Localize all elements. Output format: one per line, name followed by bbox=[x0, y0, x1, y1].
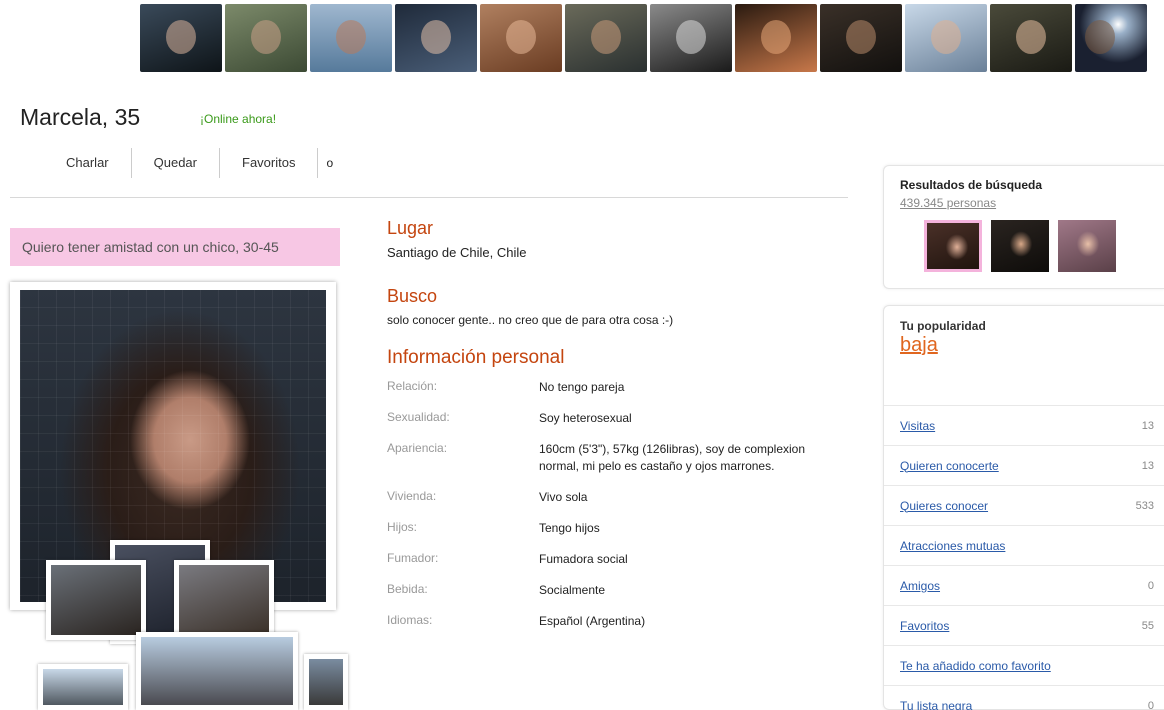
popularity-level-link[interactable]: baja bbox=[900, 334, 938, 357]
list-item: Amigos 0 bbox=[884, 565, 1164, 605]
member-thumb[interactable] bbox=[905, 4, 987, 72]
list-item: Te ha añadido como favorito bbox=[884, 645, 1164, 685]
favorites-count: o bbox=[326, 156, 334, 170]
photo-thumb[interactable] bbox=[136, 632, 298, 710]
want-to-meet-you-link[interactable]: Quieren conocerte bbox=[900, 459, 999, 473]
search-result-thumb[interactable] bbox=[1058, 220, 1116, 272]
detail-row: Vivienda: Vivo sola bbox=[387, 489, 847, 506]
detail-value: Fumadora social bbox=[539, 552, 628, 566]
seeking-value: solo conocer gente.. no creo que de para… bbox=[387, 313, 674, 327]
member-thumb[interactable] bbox=[735, 4, 817, 72]
search-result-thumb[interactable] bbox=[991, 220, 1049, 272]
item-count: 13 bbox=[1141, 419, 1154, 432]
detail-row: Apariencia: 160cm (5'3"), 57kg (126libras… bbox=[387, 441, 847, 475]
personal-title: Información personal bbox=[387, 347, 565, 368]
favorites-link[interactable]: Favoritos bbox=[900, 619, 949, 633]
detail-value: Soy heterosexual bbox=[539, 411, 632, 425]
search-result-faces bbox=[924, 220, 1116, 272]
added-you-favorite-link[interactable]: Te ha añadido como favorito bbox=[900, 659, 1051, 673]
profile-info: Lugar Santiago de Chile, Chile Busco sol… bbox=[387, 218, 847, 644]
member-photo-strip bbox=[140, 4, 1147, 72]
blocklist-link[interactable]: Tu lista negra bbox=[900, 699, 972, 710]
popularity-title: Tu popularidad bbox=[900, 319, 986, 333]
list-item: Quieres conocer 533 bbox=[884, 485, 1164, 525]
detail-value: Vivo sola bbox=[539, 490, 588, 504]
item-count: 55 bbox=[1141, 619, 1154, 632]
photo-thumb[interactable] bbox=[174, 560, 274, 640]
photo-thumb[interactable] bbox=[46, 560, 146, 640]
location-title: Lugar bbox=[387, 218, 434, 238]
item-count: 0 bbox=[1147, 579, 1154, 592]
detail-value: No tengo pareja bbox=[539, 380, 625, 394]
detail-label: Apariencia: bbox=[387, 441, 448, 455]
item-count: 0 bbox=[1147, 699, 1154, 710]
detail-row: Relación: No tengo pareja bbox=[387, 379, 847, 396]
list-item: Tu lista negra 0 bbox=[884, 685, 1164, 710]
favorites-button[interactable]: Favoritos bbox=[220, 148, 319, 178]
personal-section: Información personal Relación: No tengo p… bbox=[387, 347, 847, 630]
detail-row: Hijos: Tengo hijos bbox=[387, 520, 847, 537]
detail-row: Idiomas: Español (Argentina) bbox=[387, 613, 847, 630]
seeking-section: Busco solo conocer gente.. no creo que d… bbox=[387, 286, 847, 327]
online-status: ¡Online ahora! bbox=[200, 112, 277, 126]
location-value: Santiago de Chile, Chile bbox=[387, 245, 527, 260]
list-item: Favoritos 55 bbox=[884, 605, 1164, 645]
member-thumb[interactable] bbox=[395, 4, 477, 72]
detail-value: 160cm (5'3"), 57kg (126libras), soy de c… bbox=[539, 442, 806, 473]
location-section: Lugar Santiago de Chile, Chile bbox=[387, 218, 847, 260]
detail-value: Tengo hijos bbox=[539, 521, 600, 535]
profile-name-age: Marcela, 35 bbox=[20, 104, 141, 130]
photo-thumb[interactable] bbox=[38, 664, 128, 710]
member-thumb[interactable] bbox=[310, 4, 392, 72]
you-want-to-meet-link[interactable]: Quieres conocer bbox=[900, 499, 988, 513]
detail-label: Fumador: bbox=[387, 551, 439, 565]
search-results-title: Resultados de búsqueda bbox=[900, 178, 1043, 192]
mutual-attractions-link[interactable]: Atracciones mutuas bbox=[900, 539, 1005, 553]
list-item: Atracciones mutuas bbox=[884, 525, 1164, 565]
profile-actions: Charlar Quedar Favoritos o bbox=[44, 148, 333, 178]
member-thumb[interactable] bbox=[480, 4, 562, 72]
meet-button[interactable]: Quedar bbox=[132, 148, 220, 178]
detail-row: Fumador: Fumadora social bbox=[387, 551, 847, 568]
member-thumb[interactable] bbox=[140, 4, 222, 72]
detail-label: Relación: bbox=[387, 379, 438, 393]
visits-link[interactable]: Visitas bbox=[900, 419, 935, 433]
detail-value: Socialmente bbox=[539, 583, 606, 597]
search-results-count-link[interactable]: 439.345 personas bbox=[900, 196, 996, 210]
seeking-banner: Quiero tener amistad con un chico, 30-45 bbox=[10, 228, 340, 266]
member-thumb[interactable] bbox=[1075, 4, 1147, 72]
member-thumb[interactable] bbox=[225, 4, 307, 72]
detail-label: Hijos: bbox=[387, 520, 418, 534]
member-thumb[interactable] bbox=[820, 4, 902, 72]
popularity-panel: Tu popularidad baja Visitas 13 Quieren co… bbox=[883, 305, 1164, 710]
popularity-list: Visitas 13 Quieren conocerte 13 Quieres co… bbox=[884, 405, 1164, 710]
personal-details: Relación: No tengo pareja Sexualidad: Soy … bbox=[387, 379, 847, 630]
search-result-thumb[interactable] bbox=[924, 220, 982, 272]
member-thumb[interactable] bbox=[565, 4, 647, 72]
list-item: Visitas 13 bbox=[884, 405, 1164, 445]
list-item: Quieren conocerte 13 bbox=[884, 445, 1164, 485]
divider bbox=[10, 197, 848, 198]
friends-link[interactable]: Amigos bbox=[900, 579, 940, 593]
chat-button[interactable]: Charlar bbox=[44, 148, 132, 178]
search-results-panel: Resultados de búsqueda 439.345 personas bbox=[883, 165, 1164, 289]
item-count: 533 bbox=[1135, 499, 1154, 512]
member-thumb[interactable] bbox=[650, 4, 732, 72]
detail-label: Sexualidad: bbox=[387, 410, 450, 424]
seeking-title: Busco bbox=[387, 286, 438, 306]
detail-row: Bebida: Socialmente bbox=[387, 582, 847, 599]
detail-label: Vivienda: bbox=[387, 489, 437, 503]
photo-thumb[interactable] bbox=[304, 654, 348, 710]
detail-row: Sexualidad: Soy heterosexual bbox=[387, 410, 847, 427]
detail-label: Idiomas: bbox=[387, 613, 433, 627]
detail-label: Bebida: bbox=[387, 582, 428, 596]
member-thumb[interactable] bbox=[990, 4, 1072, 72]
item-count: 13 bbox=[1141, 459, 1154, 472]
detail-value: Español (Argentina) bbox=[539, 614, 646, 628]
